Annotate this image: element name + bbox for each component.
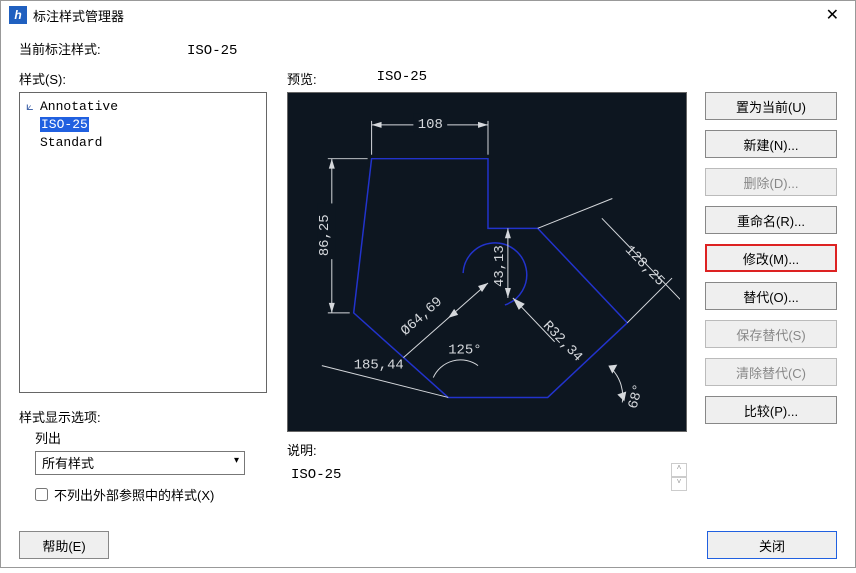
preview-label: 预览: — [287, 69, 317, 88]
styles-list-label: 样式(S): — [19, 69, 287, 88]
description-box: ISO-25 ˄ ˅ — [287, 463, 687, 519]
list-item[interactable]: ⟀ Annotative — [24, 97, 262, 115]
content-area: 当前标注样式: ISO-25 样式(S): 预览: ISO-25 ⟀ Annot… — [1, 29, 855, 573]
chevron-down-icon[interactable]: ˅ — [671, 477, 687, 491]
main-row: ⟀ Annotative ISO-25 Standard 样式显示选项: 列出 — [19, 92, 837, 519]
display-options-group: 样式显示选项: 列出 所有样式 ▾ 不列出外部参照中的样式(X) — [19, 407, 267, 504]
current-style-row: 当前标注样式: ISO-25 — [19, 39, 837, 59]
dimension-preview-svg: 108 86,25 43,13 — [294, 99, 680, 425]
list-item-label: Annotative — [40, 99, 118, 114]
exclude-xref-checkbox[interactable] — [35, 488, 48, 501]
compare-button[interactable]: 比较(P)... — [705, 396, 837, 424]
help-button[interactable]: 帮助(E) — [19, 531, 109, 559]
set-current-button[interactable]: 置为当前(U) — [705, 92, 837, 120]
titlebar: h 标注样式管理器 ✕ — [1, 1, 855, 29]
new-button[interactable]: 新建(N)... — [705, 130, 837, 158]
styles-listbox[interactable]: ⟀ Annotative ISO-25 Standard — [19, 92, 267, 393]
rename-button[interactable]: 重命名(R)... — [705, 206, 837, 234]
filter-select-wrap: 所有样式 ▾ — [35, 451, 245, 475]
save-override-button: 保存替代(S) — [705, 320, 837, 348]
current-style-value: ISO-25 — [187, 43, 237, 59]
footer-row: 帮助(E) 关闭 — [19, 519, 837, 559]
dim-radius: R32,34 — [539, 318, 585, 365]
description-label: 说明: — [287, 440, 687, 459]
description-area: 说明: ISO-25 ˄ ˅ — [287, 440, 687, 519]
window-title: 标注样式管理器 — [33, 6, 818, 25]
preview-panel: 108 86,25 43,13 — [287, 92, 687, 432]
close-button[interactable]: 关闭 — [707, 531, 837, 559]
exclude-xref-checkbox-row[interactable]: 不列出外部参照中的样式(X) — [19, 485, 267, 504]
list-item-label: ISO-25 — [40, 117, 89, 132]
chevron-up-icon[interactable]: ˄ — [671, 463, 687, 477]
clear-override-button: 清除替代(C) — [705, 358, 837, 386]
left-column: ⟀ Annotative ISO-25 Standard 样式显示选项: 列出 — [19, 92, 267, 519]
delete-button: 删除(D)... — [705, 168, 837, 196]
current-style-label: 当前标注样式: — [19, 39, 187, 58]
modify-button[interactable]: 修改(M)... — [705, 244, 837, 272]
dimension-style-manager-window: h 标注样式管理器 ✕ 当前标注样式: ISO-25 样式(S): 预览: IS… — [0, 0, 856, 568]
annotative-icon: ⟀ — [26, 99, 40, 114]
description-text: ISO-25 — [291, 467, 341, 483]
override-button[interactable]: 替代(O)... — [705, 282, 837, 310]
list-item[interactable]: ISO-25 — [24, 115, 262, 133]
app-icon: h — [9, 6, 27, 24]
list-sublabel: 列出 — [19, 428, 267, 447]
dim-diameter: Ø64,69 — [398, 294, 446, 339]
list-item-label: Standard — [40, 135, 102, 150]
dim-right: 128,25 — [621, 242, 667, 289]
styles-preview-labels-row: 样式(S): 预览: ISO-25 — [19, 69, 837, 88]
filter-select[interactable]: 所有样式 — [35, 451, 245, 475]
close-icon[interactable]: ✕ — [818, 1, 847, 29]
list-item[interactable]: Standard — [24, 133, 262, 151]
middle-column: 108 86,25 43,13 — [267, 92, 687, 519]
dim-radial: 43,13 — [492, 245, 508, 287]
exclude-xref-label: 不列出外部参照中的样式(X) — [54, 485, 214, 504]
display-options-label: 样式显示选项: — [19, 407, 267, 426]
dim-aligned: 185,44 — [354, 358, 404, 374]
button-column: 置为当前(U) 新建(N)... 删除(D)... 重命名(R)... 修改(M… — [705, 92, 837, 519]
dim-bottom-angle: 68° — [626, 382, 648, 410]
description-spinner[interactable]: ˄ ˅ — [671, 463, 687, 491]
preview-style-name: ISO-25 — [377, 69, 427, 88]
dim-angle: 125° — [448, 343, 481, 359]
dim-left: 86,25 — [317, 214, 333, 256]
dim-top: 108 — [418, 117, 443, 133]
